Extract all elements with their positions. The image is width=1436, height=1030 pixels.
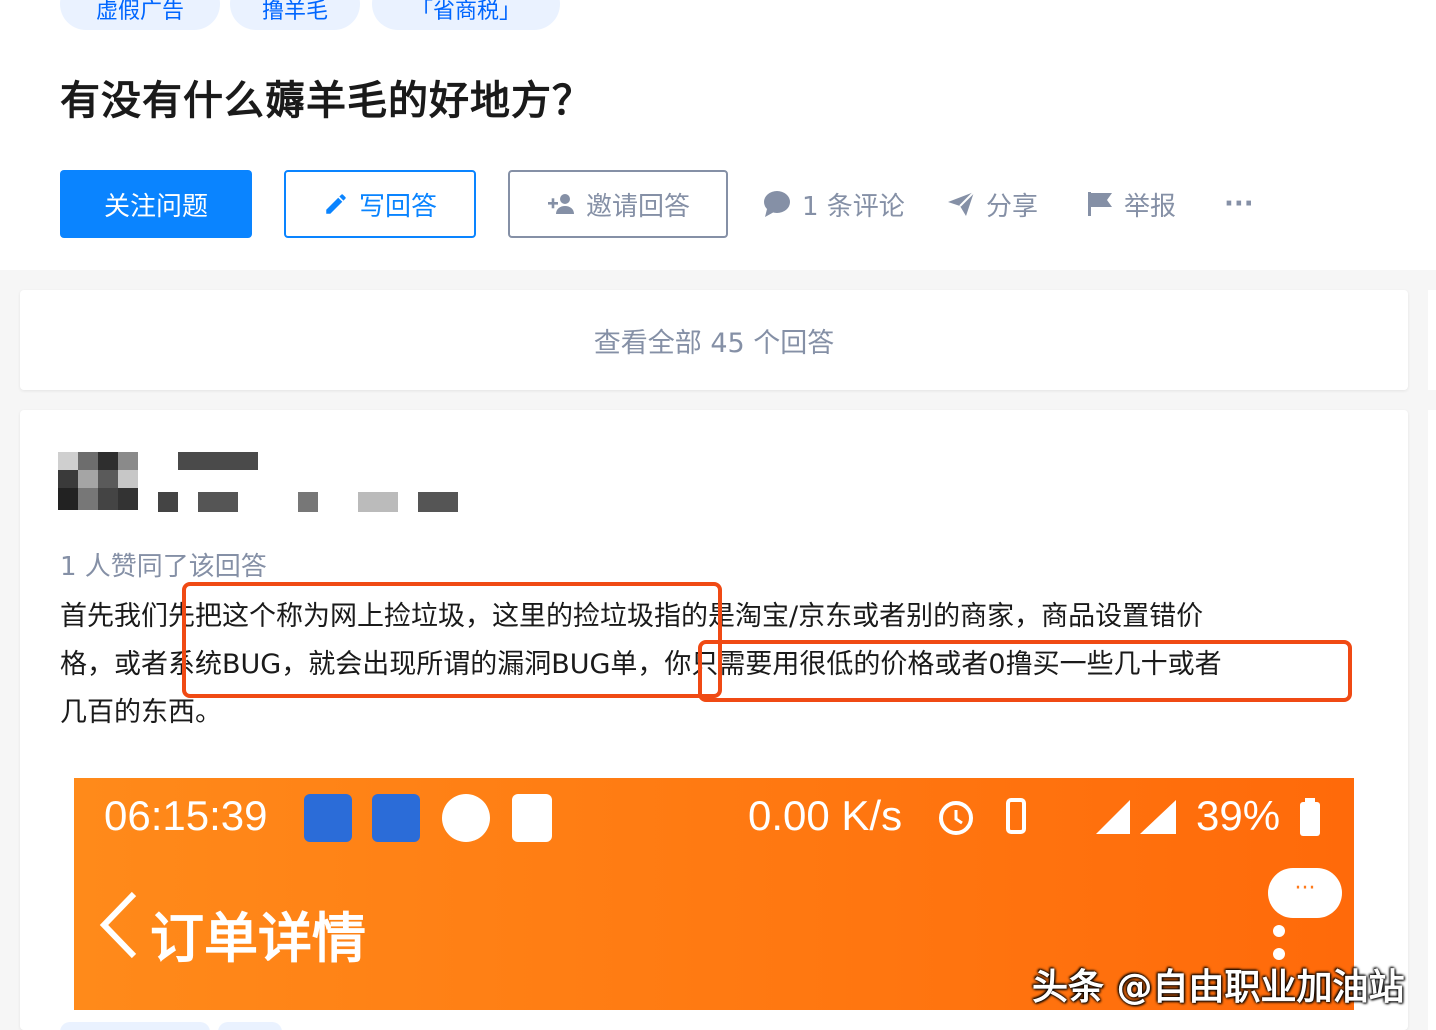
app-icon bbox=[304, 794, 352, 842]
order-detail-title: 订单详情 bbox=[150, 907, 366, 970]
invite-answer-label: 邀请回答 bbox=[585, 191, 690, 222]
write-answer-label: 写回答 bbox=[358, 191, 437, 222]
chat-bubble-icon: ··· bbox=[1268, 868, 1342, 918]
view-all-answers-label: 查看全部 45 个回答 bbox=[593, 327, 835, 359]
battery-percent: 39% bbox=[1196, 792, 1281, 839]
topic-tag bbox=[60, 1022, 210, 1030]
topic-tag bbox=[218, 1022, 282, 1030]
comments-button[interactable]: 1 条评论 bbox=[762, 170, 905, 238]
highlight-box bbox=[182, 582, 722, 698]
answer-card: 1 人赞同了该回答 首先我们先把这个称为网上捡垃圾，这里的捡垃圾指的是淘宝/京东… bbox=[20, 410, 1408, 1030]
right-edge-card bbox=[1428, 410, 1436, 1030]
paper-plane-icon bbox=[946, 190, 976, 218]
comments-label: 1 条评论 bbox=[802, 191, 905, 222]
network-speed: 0.00 K/s bbox=[748, 792, 903, 839]
right-edge-card bbox=[1428, 290, 1436, 390]
author-name-redacted[interactable] bbox=[178, 452, 258, 470]
message-icon bbox=[512, 794, 552, 842]
more-button[interactable]: ··· bbox=[1224, 170, 1254, 238]
topic-tag[interactable]: 虚假广告 bbox=[60, 0, 220, 30]
avatar[interactable] bbox=[58, 452, 138, 522]
flag-icon bbox=[1086, 190, 1114, 218]
signal-icon bbox=[1094, 796, 1178, 840]
app-icon bbox=[372, 794, 420, 842]
invite-answer-button[interactable]: 邀请回答 bbox=[508, 170, 728, 238]
write-answer-button[interactable]: 写回答 bbox=[284, 170, 476, 238]
share-button[interactable]: 分享 bbox=[946, 170, 1038, 238]
topic-tag-label: 「省商税」 bbox=[410, 0, 521, 24]
qq-browser-icon bbox=[442, 794, 490, 842]
follow-question-label: 关注问题 bbox=[103, 191, 208, 222]
back-chevron-icon bbox=[96, 890, 140, 964]
topic-tag-label: 撸羊毛 bbox=[261, 0, 328, 24]
more-icon: ··· bbox=[1224, 189, 1254, 219]
topic-tag[interactable]: 撸羊毛 bbox=[230, 0, 360, 30]
highlight-box bbox=[698, 640, 1352, 702]
follow-question-button[interactable]: 关注问题 bbox=[60, 170, 252, 238]
add-person-icon bbox=[546, 191, 576, 217]
view-all-answers-button[interactable]: 查看全部 45 个回答 bbox=[20, 290, 1408, 390]
status-time: 06:15:39 bbox=[104, 792, 268, 839]
share-label: 分享 bbox=[986, 191, 1039, 222]
battery-icon bbox=[1298, 798, 1322, 842]
topic-tag-label: 虚假广告 bbox=[95, 0, 184, 24]
alarm-icon bbox=[936, 796, 976, 840]
watermark: 头条 @自由职业加油站 bbox=[1032, 967, 1405, 1008]
report-label: 举报 bbox=[1124, 191, 1177, 222]
vote-count-text: 1 人赞同了该回答 bbox=[60, 552, 267, 582]
pencil-icon bbox=[323, 191, 349, 217]
topic-tag[interactable]: 「省商税」 bbox=[372, 0, 560, 30]
report-button[interactable]: 举报 bbox=[1086, 170, 1176, 238]
question-title: 有没有什么薅羊毛的好地方？ bbox=[60, 78, 593, 124]
vibrate-icon bbox=[996, 796, 1036, 840]
question-header: 虚假广告 撸羊毛 「省商税」 有没有什么薅羊毛的好地方？ 关注问题 写回答 邀请… bbox=[0, 0, 1436, 270]
comment-icon bbox=[762, 190, 792, 218]
